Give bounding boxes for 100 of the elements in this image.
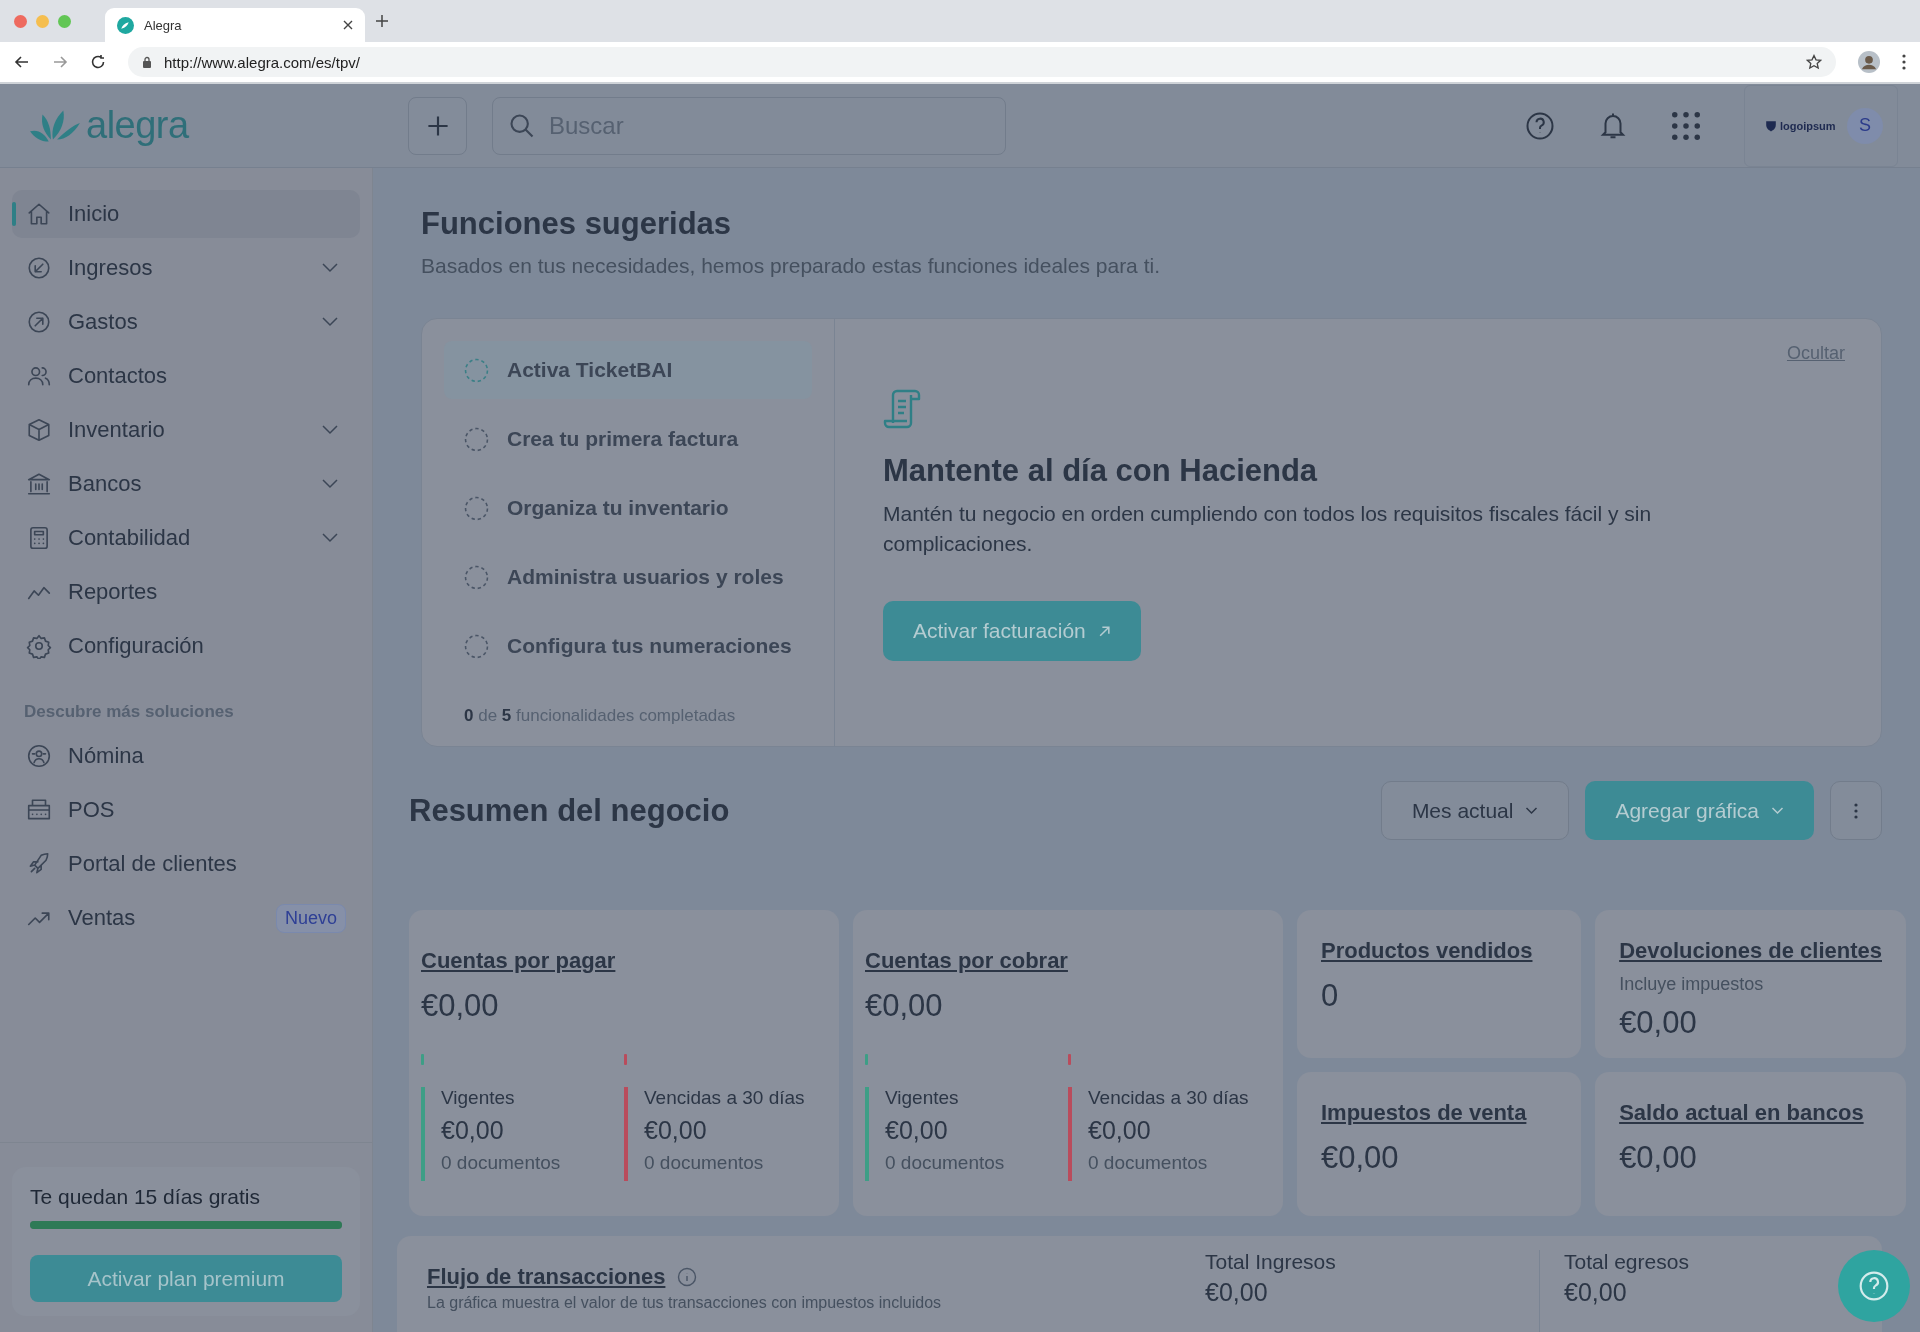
home-icon [26, 201, 52, 227]
card-title-link[interactable]: Devoluciones de clientes [1619, 938, 1882, 964]
apps-grid-icon[interactable] [1671, 110, 1701, 141]
pending-circle-icon [464, 495, 489, 521]
logo-wordmark: alegra [86, 104, 189, 147]
sidebar-item[interactable]: Contactos [12, 352, 360, 400]
card-amount: €0,00 [865, 988, 943, 1024]
add-button[interactable] [408, 96, 467, 155]
suggested-task[interactable]: Crea tu primera factura [444, 410, 812, 468]
suggested-task[interactable]: Administra usuarios y roles [444, 548, 812, 606]
new-tab-icon[interactable] [375, 14, 389, 28]
help-icon[interactable] [1525, 110, 1555, 141]
address-bar[interactable]: http://www.alegra.com/es/tpv/ [128, 47, 1836, 77]
total-label: Total egresos [1564, 1250, 1690, 1274]
tab-title: Alegra [144, 17, 183, 33]
sidebar-item[interactable]: Contabilidad [12, 514, 360, 562]
search-icon [508, 111, 536, 140]
card-title-link[interactable]: Saldo actual en bancos [1619, 1100, 1864, 1126]
section-subtitle: Basados en tus necesidades, hemos preparado estas funciones ideales para ti. [421, 254, 1161, 278]
card-amount: 0 [1321, 978, 1339, 1014]
chevron-down-icon [1525, 806, 1539, 815]
document-count: 0 documentos [644, 1152, 765, 1174]
shield-icon [1765, 119, 1777, 132]
card-title-link[interactable]: Productos vendidos [1321, 938, 1533, 964]
segment-amount: €0,00 [1088, 1116, 1152, 1145]
leaf-logo-icon [117, 16, 134, 34]
document-count: 0 documentos [1088, 1152, 1209, 1174]
card-title-link[interactable]: Impuestos de venta [1321, 1100, 1527, 1126]
company-switcher[interactable]: logoipsum S [1744, 84, 1898, 167]
browser-menu-icon[interactable] [1902, 54, 1906, 70]
segment-amount: €0,00 [885, 1116, 949, 1145]
user-avatar: S [1847, 107, 1883, 144]
card-amount: €0,00 [1619, 1005, 1697, 1041]
settings-icon [26, 633, 52, 659]
sidebar-item[interactable]: Ingresos [12, 244, 360, 292]
suggested-task[interactable]: Configura tus numeraciones [444, 617, 812, 675]
more-icon [1854, 802, 1858, 819]
lock-icon [142, 56, 152, 68]
card-title-link[interactable]: Cuentas por cobrar [865, 948, 1068, 974]
back-icon[interactable] [14, 54, 30, 70]
card-title-link[interactable]: Flujo de transacciones [427, 1264, 666, 1290]
total-amount: €0,00 [1564, 1278, 1628, 1307]
info-icon [677, 1267, 698, 1287]
sidebar-item[interactable]: Gastos [12, 298, 360, 346]
segment-label: Vigentes [885, 1087, 960, 1109]
sidebar-item[interactable]: Configuración [12, 622, 360, 670]
segment-label: Vencidas a 30 días [644, 1087, 805, 1109]
chevron-down-icon [1771, 806, 1784, 815]
sidebar-item[interactable]: Inventario [12, 406, 360, 454]
sidebar-item[interactable]: POS [12, 786, 360, 834]
add-chart-button[interactable]: Agregar gráfica [1585, 781, 1814, 840]
card-title-link[interactable]: Cuentas por pagar [421, 948, 616, 974]
segment-label: Vencidas a 30 días [1088, 1087, 1249, 1109]
card-amount: €0,00 [1321, 1140, 1399, 1176]
sidebar-item[interactable]: Reportes [12, 568, 360, 616]
help-icon [1858, 1270, 1890, 1302]
card-amount: €0,00 [421, 988, 499, 1024]
section-title: Funciones sugeridas [421, 206, 733, 242]
bookmark-star-icon[interactable] [1806, 54, 1822, 70]
card-note: Incluye impuestos [1619, 974, 1764, 995]
segment-amount: €0,00 [644, 1116, 708, 1145]
activate-invoicing-button[interactable]: Activar facturación [883, 601, 1141, 661]
section-title: Resumen del negocio [409, 792, 730, 829]
company-logo: logoipsum [1765, 119, 1836, 132]
bank-icon [26, 471, 52, 497]
sidebar-item[interactable]: Bancos [12, 460, 360, 508]
sidebar-item[interactable]: Portal de clientes [12, 840, 360, 888]
pending-circle-icon [464, 633, 489, 659]
payroll-icon [26, 743, 52, 769]
suggested-task[interactable]: Activa TicketBAI [444, 341, 812, 399]
card-amount: €0,00 [1619, 1140, 1697, 1176]
sidebar-item[interactable]: Ventas Nuevo [12, 894, 360, 942]
document-count: 0 documentos [441, 1152, 561, 1174]
new-badge: Nuevo [275, 903, 346, 933]
forward-icon[interactable] [52, 54, 68, 70]
chart-description: La gráfica muestra el valor de tus transacciones con impuestos incluidos [427, 1294, 942, 1312]
profile-avatar-icon[interactable] [1858, 51, 1880, 73]
activate-premium-button[interactable]: Activar plan premium [30, 1255, 342, 1302]
document-count: 0 documentos [885, 1152, 1005, 1174]
close-window-button[interactable] [14, 14, 27, 28]
suggested-task[interactable]: Organiza tu inventario [444, 479, 812, 537]
feature-title: Mantente al día con Hacienda [883, 453, 1318, 489]
period-dropdown[interactable]: Mes actual [1380, 781, 1570, 840]
box-icon [26, 417, 52, 443]
trial-message: Te quedan 15 días gratis [30, 1185, 261, 1209]
plus-icon [425, 113, 450, 138]
segment-amount: €0,00 [441, 1116, 505, 1145]
total-label: Total Ingresos [1205, 1250, 1337, 1274]
total-amount: €0,00 [1205, 1278, 1269, 1307]
pending-circle-icon [464, 426, 489, 452]
reload-icon[interactable] [90, 54, 106, 70]
browser-tab[interactable]: Alegra [105, 8, 365, 42]
close-icon[interactable] [343, 20, 353, 30]
receipt-icon [883, 389, 923, 429]
sidebar-item[interactable]: Nómina [12, 732, 360, 780]
sidebar-item[interactable]: Inicio [12, 190, 360, 238]
feature-description: Mantén tu negocio en orden cumpliendo con todos los requisitos fiscales fácil y sin complicaciones. [883, 501, 1653, 557]
pending-circle-icon [464, 564, 489, 590]
segment-label: Vigentes [441, 1087, 516, 1109]
external-arrow-icon [1097, 624, 1111, 638]
